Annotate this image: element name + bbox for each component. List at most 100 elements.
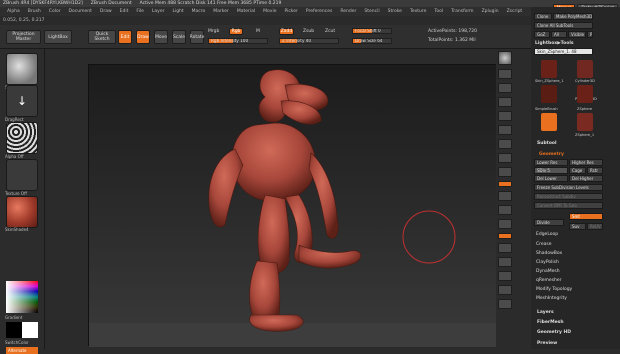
qremesher-menu[interactable]: qRemesher [536,278,562,283]
canvas-viewport[interactable] [88,64,499,347]
tool-thumb-zsphere-1[interactable] [577,113,593,131]
fibermesh-section[interactable]: FiberMesh [537,320,564,325]
tool-thumb-zsphere[interactable] [541,113,557,131]
menu-color[interactable]: Color [45,9,65,14]
suv-toggle[interactable]: Suv [569,223,586,230]
zsub-toggle[interactable]: Zsub [303,29,314,34]
aahalf-button[interactable] [498,125,512,135]
shadowbox-menu[interactable]: ShadowBox [536,251,562,256]
bpr-button[interactable] [498,51,512,65]
visible-button[interactable]: Visible [568,31,586,38]
reconstruct-subdiv-button[interactable]: Reconstruct Subdiv [534,193,603,200]
actual-button[interactable] [498,111,512,121]
switch-color-button[interactable]: SwitchColor [5,340,29,345]
r-button[interactable]: R [587,31,593,38]
texture-picker[interactable] [6,159,38,191]
menu-transform[interactable]: Transform [447,9,477,14]
menu-render[interactable]: Render [336,9,360,14]
modify-topology-menu[interactable]: Modify Topology [536,287,572,292]
focal-shift-slider[interactable]: Focal Shift 0 [352,28,392,34]
material-picker[interactable] [6,196,38,228]
move-view-button[interactable] [498,205,512,215]
color-picker[interactable] [6,281,38,313]
menu-macro[interactable]: Macro [188,9,210,14]
brush-picker[interactable] [6,53,38,85]
clone-all-subtools-button[interactable]: Clone All SubTools [534,22,593,29]
freeze-subdivision-button[interactable]: Freeze SubDivision Levels [534,184,603,191]
smt-toggle[interactable]: Smt [569,213,603,220]
menu-stroke[interactable]: Stroke [384,9,406,14]
solo-button[interactable] [498,285,512,295]
convert-bpr-button[interactable]: Convert BPR To Geo [534,202,603,209]
scroll-button[interactable] [498,83,512,93]
rotate-view-button[interactable] [498,243,512,253]
edgeloop-menu[interactable]: EdgeLoop [536,232,558,237]
polyf-button[interactable] [498,233,512,239]
menu-layer[interactable]: Layer [148,9,169,14]
menu-edit[interactable]: Edit [116,9,133,14]
current-tool-field[interactable]: Skin_ZSphere_1. 48 [534,48,593,55]
make-polymesh-button[interactable]: Make PolyMesh3D [553,13,593,20]
reuv-button[interactable]: ReUV [587,223,603,230]
meshintegrity-menu[interactable]: MeshIntegrity [536,296,567,301]
menu-alpha[interactable]: Alpha [3,9,24,14]
layers-section[interactable]: Layers [537,310,554,315]
move-button[interactable]: Move [154,30,168,44]
menu-light[interactable]: Light [168,9,187,14]
draw-size-slider[interactable]: Draw Size 64 [352,38,392,44]
alpha-picker[interactable] [6,122,38,154]
menu-picker[interactable]: Picker [280,9,301,14]
tool-thumb-skin-zsphere[interactable] [541,60,557,78]
claypolish-menu[interactable]: ClayPolish [536,260,559,265]
rgb-toggle[interactable]: Rgb [229,28,243,35]
tool-thumb-polymesh[interactable] [541,85,557,103]
mrgb-toggle[interactable]: Mrgb [208,29,219,34]
zoom-button[interactable] [498,97,512,107]
secondary-color-swatch[interactable] [22,322,38,338]
higher-res-button[interactable]: Higher Res [569,159,603,166]
subtool-section[interactable]: Subtool [537,141,557,146]
menu-zscript[interactable]: Zscript [503,9,527,14]
z-intensity-slider[interactable]: Z Intensity 40 [279,38,339,44]
projection-master-button[interactable]: Projection Master [6,30,41,44]
menu-material[interactable]: Material [233,9,259,14]
ghost-button[interactable] [498,271,512,281]
rgb-intensity-slider[interactable]: Rgb Intensity 100 [208,38,268,44]
crease-menu[interactable]: Crease [536,242,552,247]
goz-button[interactable]: GoZ [534,31,550,38]
scale-button[interactable]: Scale [172,30,186,44]
geometry-hd-section[interactable]: Geometry HD [537,330,571,335]
menu-brush[interactable]: Brush [24,9,45,14]
zcut-toggle[interactable]: Zcut [325,29,335,34]
zadd-toggle[interactable]: Zadd [279,28,294,35]
menu-zplugin[interactable]: Zplugin [478,9,503,14]
preview-section[interactable]: Preview [537,341,557,346]
dynamesh-menu[interactable]: DynaMesh [536,269,560,274]
local-button[interactable] [498,167,512,177]
lightbox-tools-label[interactable]: Lightbox▶Tools [535,41,574,46]
edit-button[interactable]: Edit [118,30,132,44]
menu-file[interactable]: File [132,9,148,14]
tool-thumb-polymesh-2[interactable] [577,85,593,103]
lightbox-button[interactable]: LightBox [44,30,72,44]
del-lower-button[interactable]: Del Lower [534,175,568,182]
persp-button[interactable] [498,139,512,149]
menu-marker[interactable]: Marker [209,9,233,14]
menu-tool[interactable]: Tool [430,9,447,14]
frame-button[interactable] [498,191,512,201]
menu-document[interactable]: Document [65,9,96,14]
quick-sketch-button[interactable]: Quick Sketch [88,30,116,44]
stroke-picker[interactable]: ↓ [6,85,38,117]
clone-button[interactable]: Clone [534,13,552,20]
cage-button[interactable]: Cage [569,167,586,174]
menu-texture[interactable]: Texture [406,9,430,14]
del-higher-button[interactable]: Del Higher [569,175,603,182]
lower-res-button[interactable]: Lower Res [534,159,568,166]
floor-button[interactable] [498,153,512,163]
scale-view-button[interactable] [498,219,512,229]
rotate-button[interactable]: Rotate [190,30,204,44]
spix-button[interactable] [498,69,512,79]
divide-button[interactable]: Divide [534,219,564,226]
alternate-button[interactable]: Alternate [6,347,38,354]
menu-draw[interactable]: Draw [96,9,116,14]
